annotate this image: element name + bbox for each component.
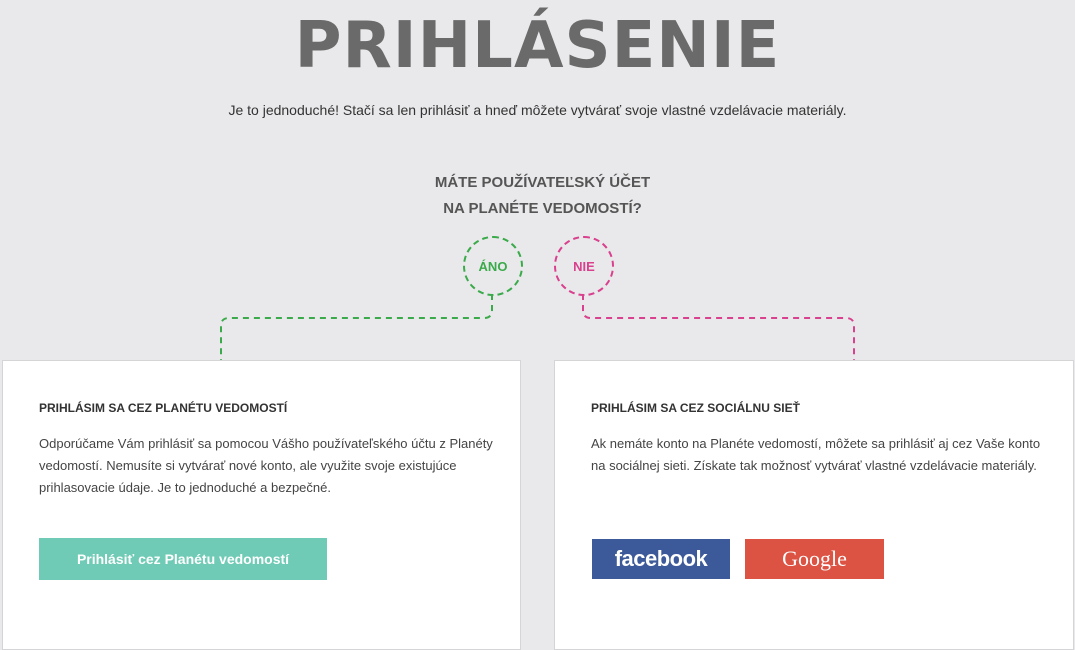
no-bubble[interactable]: NIE: [554, 236, 614, 296]
yes-bubble[interactable]: ÁNO: [463, 236, 523, 296]
planeta-card-title: PRIHLÁSIM SA CEZ PLANÉTU VEDOMOSTÍ: [39, 401, 288, 415]
facebook-login-button[interactable]: facebook: [592, 539, 730, 579]
google-login-button[interactable]: Google: [745, 539, 884, 579]
social-card-text: Ak nemáte konto na Planéte vedomostí, mô…: [591, 436, 1041, 473]
yes-connector-line: [220, 294, 493, 360]
planeta-login-button[interactable]: Prihlásiť cez Planétu vedomostí: [39, 538, 327, 580]
social-card-title: PRIHLÁSIM SA CEZ SOCIÁLNU SIEŤ: [591, 401, 800, 415]
planeta-card-text: Odporúčame Vám prihlásiť sa pomocou Vášh…: [39, 436, 493, 495]
no-connector-line: [582, 294, 855, 360]
social-login-card: PRIHLÁSIM SA CEZ SOCIÁLNU SIEŤ Ak nemáte…: [554, 360, 1074, 650]
planeta-login-card: PRIHLÁSIM SA CEZ PLANÉTU VEDOMOSTÍ Odpor…: [2, 360, 521, 650]
